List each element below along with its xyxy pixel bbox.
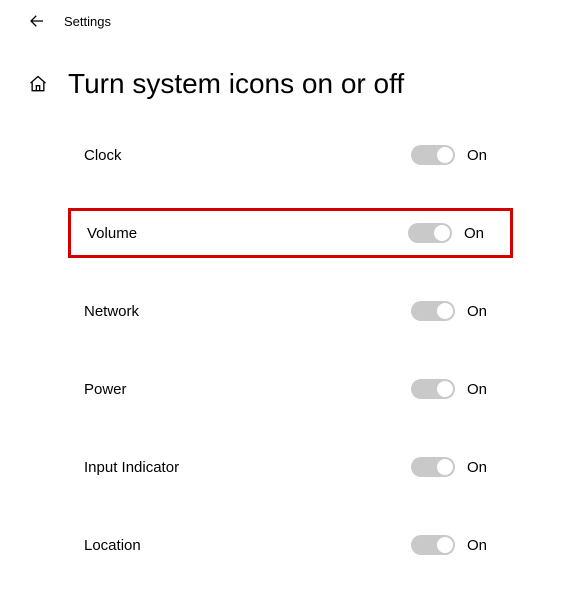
toggle-network[interactable] xyxy=(411,301,455,321)
toggle-state-label: On xyxy=(464,225,492,242)
setting-label: Network xyxy=(84,303,139,320)
setting-row-input-indicator: Input Indicator On xyxy=(68,442,513,492)
toggle-clock[interactable] xyxy=(411,145,455,165)
toggle-state-label: On xyxy=(467,537,495,554)
toggle-group: On xyxy=(411,379,495,399)
back-arrow-icon[interactable] xyxy=(28,12,46,30)
setting-row-volume: Volume On xyxy=(68,208,513,258)
page-header: Turn system icons on or off xyxy=(0,38,567,130)
setting-row-network: Network On xyxy=(68,286,513,336)
toggle-location[interactable] xyxy=(411,535,455,555)
setting-label: Clock xyxy=(84,147,122,164)
top-bar: Settings xyxy=(0,0,567,38)
toggle-input-indicator[interactable] xyxy=(411,457,455,477)
settings-list: Clock On Volume On Network On Power On I… xyxy=(0,130,567,570)
setting-row-power: Power On xyxy=(68,364,513,414)
toggle-group: On xyxy=(411,535,495,555)
toggle-group: On xyxy=(411,301,495,321)
toggle-group: On xyxy=(408,223,492,243)
page-title: Turn system icons on or off xyxy=(68,68,404,100)
toggle-group: On xyxy=(411,145,495,165)
setting-row-location: Location On xyxy=(68,520,513,570)
home-icon[interactable] xyxy=(28,74,48,94)
toggle-state-label: On xyxy=(467,303,495,320)
toggle-state-label: On xyxy=(467,381,495,398)
setting-label: Power xyxy=(84,381,127,398)
toggle-power[interactable] xyxy=(411,379,455,399)
toggle-volume[interactable] xyxy=(408,223,452,243)
top-bar-title: Settings xyxy=(64,14,111,29)
setting-row-clock: Clock On xyxy=(68,130,513,180)
toggle-state-label: On xyxy=(467,459,495,476)
toggle-group: On xyxy=(411,457,495,477)
setting-label: Location xyxy=(84,537,141,554)
setting-label: Input Indicator xyxy=(84,459,179,476)
setting-label: Volume xyxy=(87,225,137,242)
toggle-state-label: On xyxy=(467,147,495,164)
